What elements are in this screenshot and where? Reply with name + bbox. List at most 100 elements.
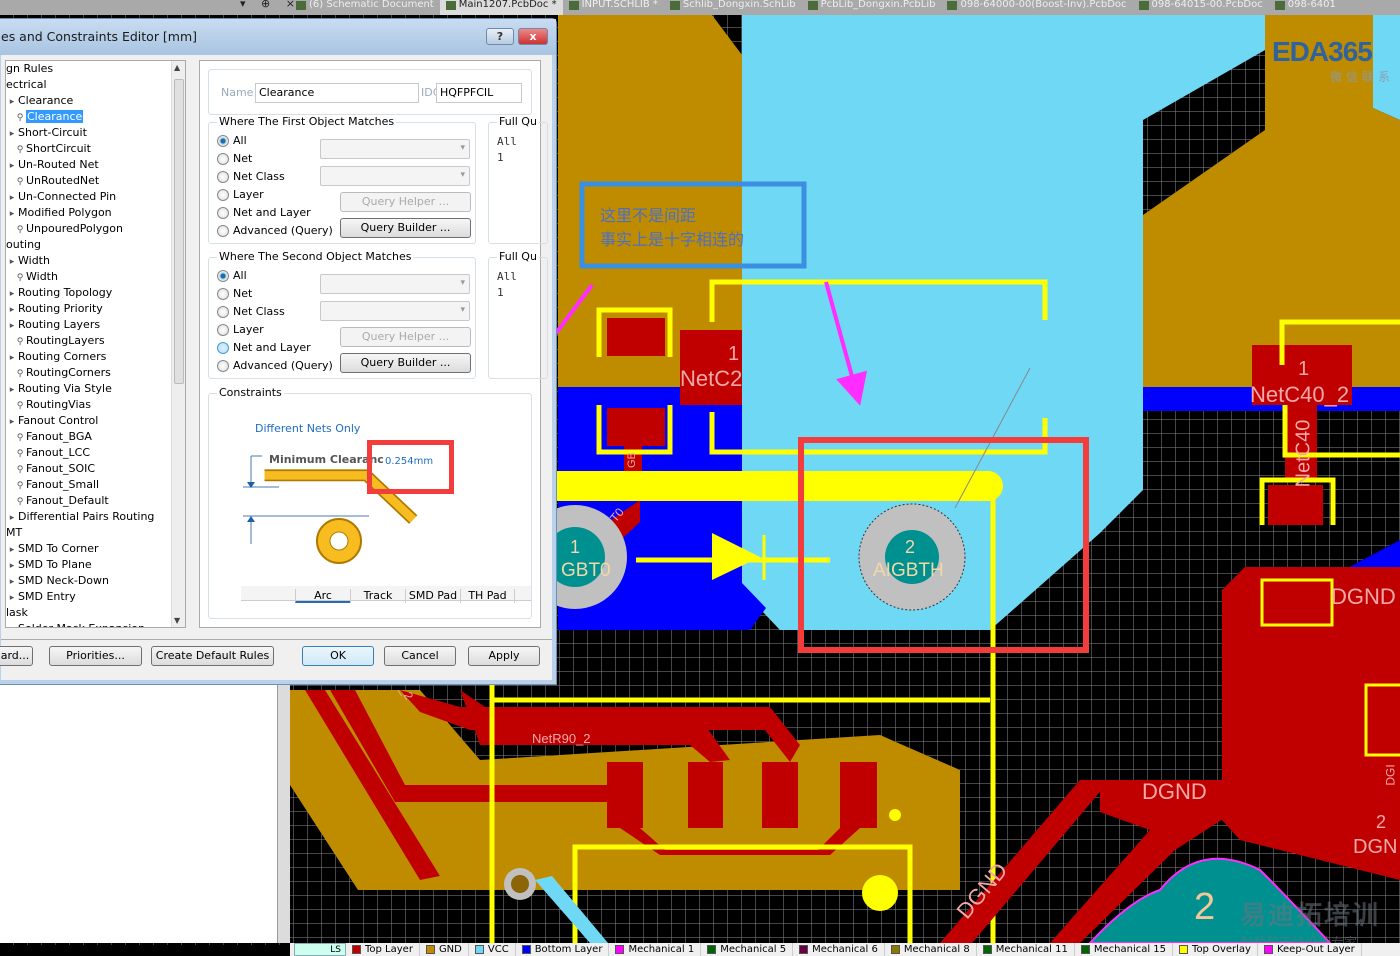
layer-tab[interactable]: VCC [469, 943, 516, 956]
apply-button[interactable]: Apply [468, 646, 540, 666]
scroll-down-icon[interactable]: ▼ [174, 616, 180, 625]
tree-item[interactable]: ⚲ RoutingLayers [6, 333, 185, 349]
tree-item[interactable]: ▸ Width [6, 253, 185, 269]
document-tab[interactable]: Main1207.PcbDoc * [439, 0, 563, 15]
tree-item[interactable]: ▸ Short-Circuit [6, 125, 185, 141]
tree-item[interactable]: ▸ SMD To Plane [6, 557, 185, 573]
layer-tab[interactable]: Top Layer [346, 943, 420, 956]
priorities-button[interactable]: Priorities... [49, 646, 142, 666]
scroll-thumb[interactable] [174, 79, 184, 384]
id-input[interactable]: HQFPFCIL [436, 83, 522, 103]
dialog-titlebar[interactable]: es and Constraints Editor [mm] ? x [0, 19, 556, 55]
tree-item[interactable]: ⚲ Fanout_BGA [6, 429, 185, 445]
match-option-radio[interactable]: Layer [217, 188, 264, 201]
net-select[interactable] [320, 274, 470, 294]
layer-tab[interactable]: Top Overlay [1173, 943, 1258, 956]
tree-item[interactable]: ⚲ Clearance [6, 109, 185, 125]
document-tab[interactable]: 098-6401 [1269, 0, 1342, 15]
pad[interactable] [1268, 485, 1323, 525]
tree-item[interactable]: ⚲ RoutingCorners [6, 365, 185, 381]
match-option-radio[interactable]: Net and Layer [217, 341, 311, 354]
tree-item[interactable]: MT [6, 525, 185, 541]
tree-item[interactable]: ▸ Un-Routed Net [6, 157, 185, 173]
document-tab[interactable]: INPUT.SCHLIB * [563, 0, 664, 15]
query-helper-button[interactable]: Query Helper ... [340, 327, 471, 347]
query-builder-button[interactable]: Query Builder ... [340, 353, 471, 373]
tree-item[interactable]: ▸ Routing Via Style [6, 381, 185, 397]
side-panel-scrollbar[interactable] [278, 685, 290, 943]
tree-item[interactable]: ▸ Fanout Control [6, 413, 185, 429]
tree-item[interactable]: ▸ Routing Topology [6, 285, 185, 301]
layer-tab[interactable]: Mechanical 11 [977, 943, 1075, 956]
query-helper-button[interactable]: Query Helper ... [340, 192, 471, 212]
rule-icon: ⚲ [16, 465, 24, 475]
document-tab[interactable]: PcbLib_Dongxin.PcbLib [802, 0, 942, 15]
tree-item[interactable]: ▸ Clearance [6, 93, 185, 109]
layer-tab[interactable]: Mechanical 8 [885, 943, 977, 956]
tree-item[interactable]: ⚲ ShortCircuit [6, 141, 185, 157]
close-button[interactable]: x [518, 28, 548, 45]
tree-item[interactable]: gn Rules [6, 61, 185, 77]
tree-item[interactable]: ⚲ Fanout_LCC [6, 445, 185, 461]
tree-item[interactable]: outing [6, 237, 185, 253]
net-select[interactable] [320, 139, 470, 159]
match-option-radio[interactable]: Net [217, 152, 252, 165]
tree-item[interactable]: ⚲ Fanout_Small [6, 477, 185, 493]
query-builder-button[interactable]: Query Builder ... [340, 218, 471, 238]
layer-tab[interactable]: GND [420, 943, 469, 956]
tree-item[interactable]: ⚲ RoutingVias [6, 397, 185, 413]
document-tab[interactable]: 098-64000-00(Boost-Inv).PcbDoc [941, 0, 1132, 15]
tree-item[interactable]: ▸Solder Mask Expansion [6, 621, 185, 627]
create-default-rules-button[interactable]: Create Default Rules [151, 646, 274, 666]
document-tab[interactable]: 098-64015-00.PcbDoc [1133, 0, 1269, 15]
layer-tab[interactable]: Bottom Layer [516, 943, 610, 956]
pad[interactable] [607, 318, 665, 356]
tree-item[interactable]: ▸ Differential Pairs Routing [6, 509, 185, 525]
pad[interactable] [607, 408, 665, 446]
net-class-select[interactable] [320, 301, 470, 321]
tree-item[interactable]: ⚲ Fanout_Default [6, 493, 185, 509]
scroll-up-icon[interactable]: ▲ [174, 63, 180, 72]
match-option-radio[interactable]: Net and Layer [217, 206, 311, 219]
match-option-radio[interactable]: Net [217, 287, 252, 300]
match-option-radio[interactable]: Advanced (Query) [217, 224, 333, 237]
tree-item[interactable]: ⚲ UnRoutedNet [6, 173, 185, 189]
name-input[interactable]: Clearance [255, 83, 419, 103]
net-scope-select[interactable]: Different Nets Only [255, 422, 360, 435]
match-option-radio[interactable]: All [217, 134, 247, 147]
tree-item[interactable]: ▸ SMD Neck-Down [6, 573, 185, 589]
tree-item[interactable]: ▸ Routing Priority [6, 301, 185, 317]
tree-item[interactable]: ⚲ Width [6, 269, 185, 285]
layer-tab[interactable]: Mechanical 1 [609, 943, 702, 956]
tree-item[interactable]: ▸ Routing Layers [6, 317, 185, 333]
match-option-radio[interactable]: Net Class [217, 170, 285, 183]
tree-item[interactable]: ectrical [6, 77, 185, 93]
document-tab[interactable]: Schlib_Dongxin.SchLib [664, 0, 802, 15]
net-class-select[interactable] [320, 166, 470, 186]
layer-set-button[interactable]: LS [294, 943, 346, 956]
help-button[interactable]: ? [486, 28, 514, 45]
tree-item[interactable]: ▸ Un-Connected Pin [6, 189, 185, 205]
tree-item[interactable]: ▸ SMD To Corner [6, 541, 185, 557]
match-option-radio[interactable]: Net Class [217, 305, 285, 318]
rule-wizard-button[interactable]: ard... [0, 646, 33, 666]
document-tab[interactable]: (6) Schematic Document [290, 0, 440, 15]
cancel-button[interactable]: Cancel [384, 646, 456, 666]
match-option-radio[interactable]: Layer [217, 323, 264, 336]
tree-scrollbar[interactable]: ▲ ▼ [171, 61, 185, 627]
layer-tab[interactable]: Mechanical 6 [793, 943, 885, 956]
tree-item[interactable]: ▸ Modified Polygon [6, 205, 185, 221]
ok-button[interactable]: OK [302, 646, 374, 666]
min-clearance-value[interactable]: 0.254mm [385, 456, 433, 467]
match-option-radio[interactable]: All [217, 269, 247, 282]
tree-item[interactable]: ▸ SMD Entry [6, 589, 185, 605]
match-option-radio[interactable]: Advanced (Query) [217, 359, 333, 372]
layer-tab[interactable]: Mechanical 5 [701, 943, 794, 956]
tree-item[interactable]: lask [6, 605, 185, 621]
tree-item[interactable]: ⚲ UnpouredPolygon [6, 221, 185, 237]
tree-item[interactable]: ⚲ Fanout_SOIC [6, 461, 185, 477]
layer-tab[interactable]: Mechanical 15 [1075, 943, 1174, 956]
tree-item[interactable]: ▸ Routing Corners [6, 349, 185, 365]
layer-tab[interactable]: Keep-Out Layer [1258, 943, 1362, 956]
full-query-title: Full Qu [497, 115, 539, 128]
